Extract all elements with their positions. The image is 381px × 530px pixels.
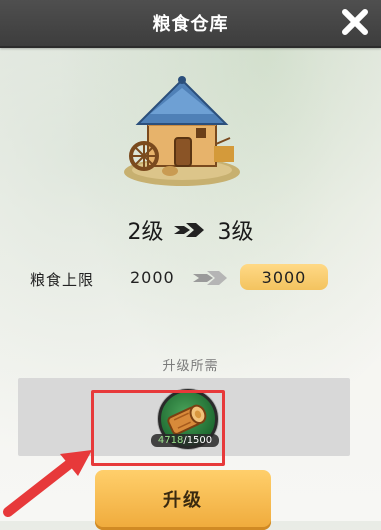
level-from: 2级 [127,220,164,245]
upgrade-button[interactable]: 升级 [95,470,271,530]
close-x-icon [342,9,368,35]
upgrade-button-label: 升级 [163,490,203,511]
tutorial-highlight-box [91,390,225,466]
stat-current-value: 2000 [130,268,175,287]
stat-row-food-capacity: 粮食上限 2000 3000 [0,264,381,290]
double-chevron-right-icon [173,223,204,237]
level-change: 2级 3级 [0,214,381,246]
requirements-title: 升级所需 [162,359,219,374]
stat-label: 粮食上限 [30,271,95,289]
stat-next-value: 3000 [240,264,328,290]
level-to: 3级 [217,220,254,245]
title-bar: 粮食仓库 [0,0,381,48]
close-button[interactable] [339,6,371,38]
double-chevron-right-gray-icon [193,271,227,285]
window-title: 粮食仓库 [152,14,229,35]
red-arrow-pointer-icon [3,450,92,517]
granary-building-icon [118,68,246,188]
